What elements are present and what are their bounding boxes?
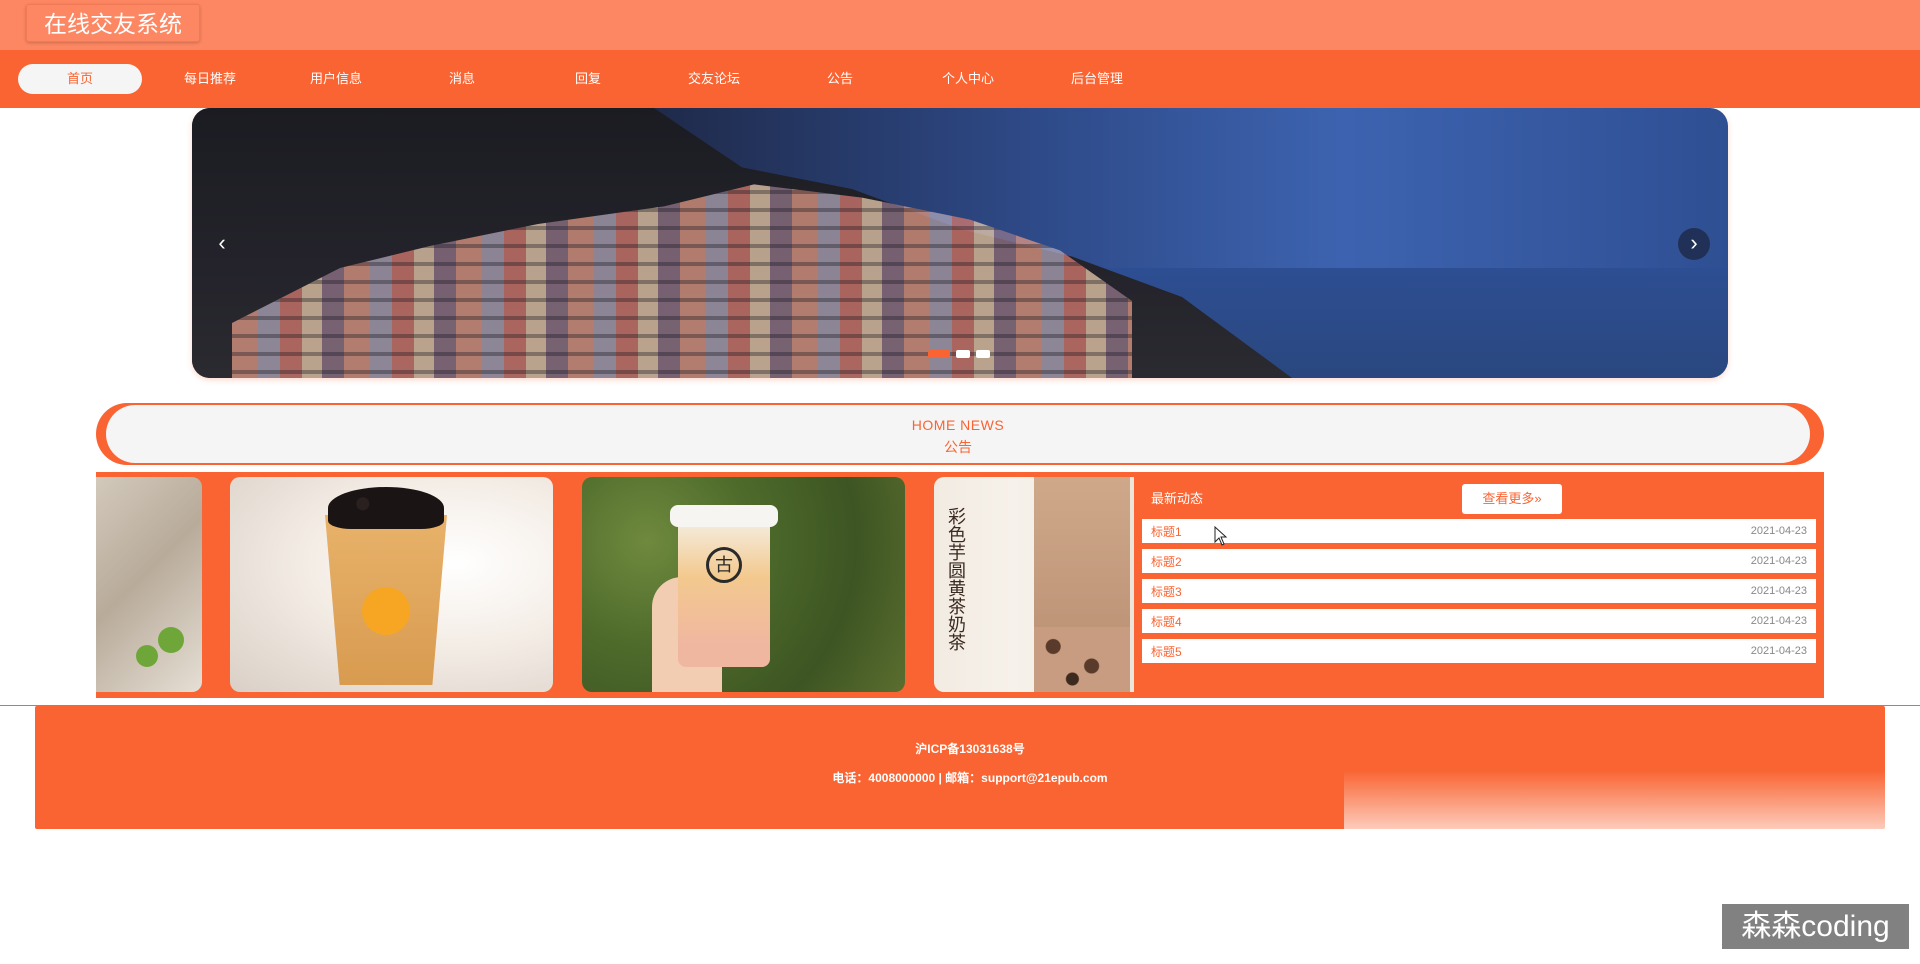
nav-item-forum[interactable]: 交友论坛 [652, 64, 776, 94]
lime-shape [158, 627, 184, 653]
news-section-header-inner: HOME NEWS 公告 [106, 405, 1810, 463]
nav-item-home[interactable]: 首页 [18, 64, 142, 94]
carousel-dot-3[interactable] [976, 350, 990, 358]
chevron-left-icon[interactable]: ‹ [206, 228, 238, 260]
news-section-header: HOME NEWS 公告 [96, 403, 1824, 465]
promo-image-lemon-tea[interactable] [96, 477, 202, 692]
latest-news-title: 最新动态 [1151, 491, 1204, 506]
promo-image-taro-milk-tea[interactable]: 彩色芋圆黄茶奶茶 [934, 477, 1134, 692]
news-item-title: 标题3 [1151, 585, 1182, 599]
nav-item-replies[interactable]: 回复 [526, 64, 650, 94]
news-item-title: 标题4 [1151, 615, 1182, 629]
news-item-title: 标题1 [1151, 525, 1182, 539]
top-bar: 在线交友系统 [0, 0, 1920, 50]
nav-item-daily-recommend[interactable]: 每日推荐 [148, 64, 272, 94]
nav-item-announcements[interactable]: 公告 [778, 64, 902, 94]
boba-shape [1034, 627, 1130, 692]
news-item-date: 2021-04-23 [1750, 555, 1807, 567]
cup-lid-shape [670, 505, 778, 527]
nav-item-personal-center[interactable]: 个人中心 [906, 64, 1030, 94]
promo-image-boba-cup[interactable] [230, 477, 553, 692]
news-title-en: HOME NEWS [911, 417, 1005, 433]
footer-fade-overlay [1344, 770, 1904, 850]
news-item-date: 2021-04-23 [1750, 585, 1807, 597]
nav-item-admin[interactable]: 后台管理 [1035, 64, 1159, 94]
news-content: 古 彩色芋圆黄茶奶茶 最新动态 查看更多» 标题1 2021-04-23 标题2… [96, 472, 1824, 698]
chevron-right-icon[interactable]: › [1678, 228, 1710, 260]
main-nav: 首页 每日推荐 用户信息 消息 回复 交友论坛 公告 个人中心 后台管理 [0, 50, 1920, 108]
tea-cup-shape [678, 517, 770, 667]
banner-carousel[interactable]: ‹ › [192, 108, 1728, 378]
nav-item-user-info[interactable]: 用户信息 [274, 64, 398, 94]
lime-shape [136, 645, 158, 667]
news-item-date: 2021-04-23 [1750, 615, 1807, 627]
carousel-dot-2[interactable] [956, 350, 970, 358]
site-title: 在线交友系统 [26, 4, 200, 42]
news-item-title: 标题2 [1151, 555, 1182, 569]
pearls-shape [328, 487, 444, 529]
news-item[interactable]: 标题4 2021-04-23 [1142, 609, 1816, 633]
carousel-dot-1[interactable] [928, 350, 950, 358]
news-item-date: 2021-04-23 [1750, 525, 1807, 537]
news-item-date: 2021-04-23 [1750, 645, 1807, 657]
news-item[interactable]: 标题1 2021-04-23 [1142, 519, 1816, 543]
promo-image-hand-tea[interactable]: 古 [582, 477, 905, 692]
carousel-indicators [928, 350, 990, 358]
news-item[interactable]: 标题2 2021-04-23 [1142, 549, 1816, 573]
orange-mascot [362, 587, 410, 635]
promo-vertical-text: 彩色芋圆黄茶奶茶 [945, 507, 966, 651]
footer-icp: 沪ICP备13031638号 [915, 742, 1025, 756]
news-item-title: 标题5 [1151, 645, 1182, 659]
mouse-cursor-icon [1214, 526, 1228, 546]
cup-logo: 古 [706, 547, 742, 583]
news-item[interactable]: 标题3 2021-04-23 [1142, 579, 1816, 603]
view-more-button[interactable]: 查看更多» [1462, 484, 1562, 514]
news-title-cn: 公告 [944, 439, 972, 455]
nav-item-messages[interactable]: 消息 [400, 64, 524, 94]
news-item[interactable]: 标题5 2021-04-23 [1142, 639, 1816, 663]
watermark: 森森coding [1722, 904, 1909, 949]
